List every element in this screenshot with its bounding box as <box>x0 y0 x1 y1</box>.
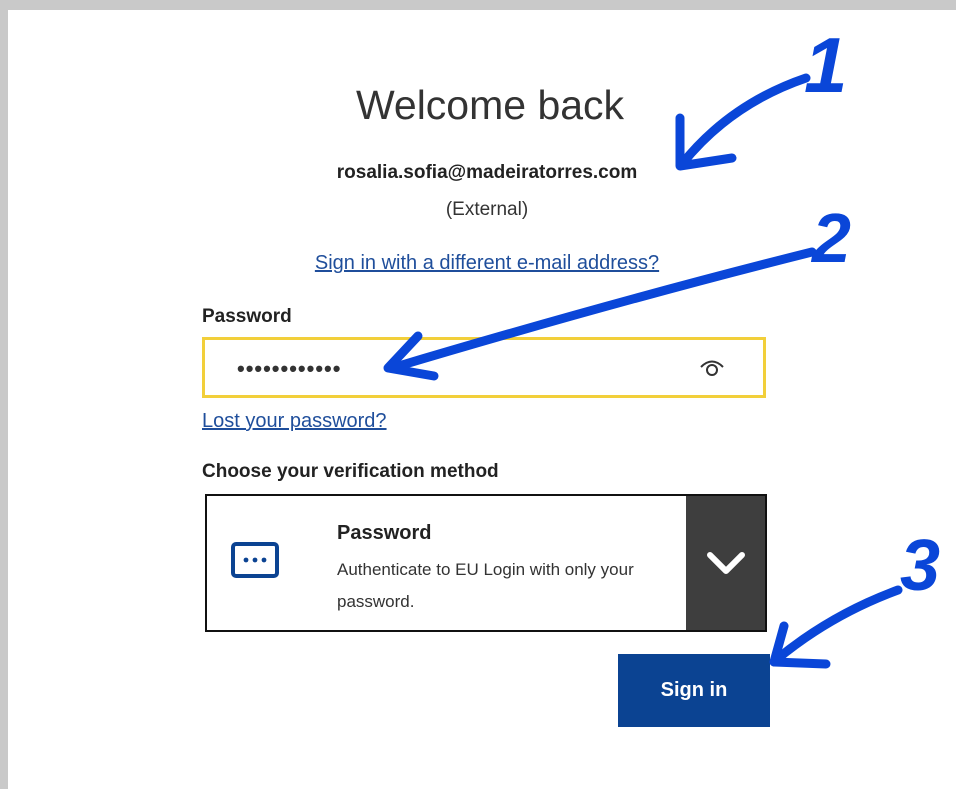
chevron-down-icon <box>707 552 745 574</box>
different-email-link[interactable]: Sign in with a different e-mail address? <box>0 252 956 275</box>
verification-method-label: Choose your verification method <box>202 461 499 482</box>
password-label: Password <box>202 306 292 327</box>
lost-password-link[interactable]: Lost your password? <box>202 410 387 433</box>
account-type: (External) <box>445 199 529 220</box>
verification-method-select[interactable]: Password Authenticate to EU Login with o… <box>205 494 767 632</box>
password-input[interactable]: •••••••••••• <box>202 337 766 398</box>
method-dropdown-toggle[interactable] <box>686 496 765 630</box>
password-dots-icon <box>231 542 279 578</box>
password-masked-value: •••••••••••• <box>237 356 342 381</box>
method-title: Password <box>337 522 432 544</box>
page-title: Welcome back <box>355 82 625 128</box>
show-password-eye-icon[interactable] <box>699 358 725 378</box>
method-description: Authenticate to EU Login with only your … <box>337 560 634 611</box>
user-email: rosalia.sofia@madeiratorres.com <box>336 162 638 183</box>
sign-in-button[interactable]: Sign in <box>618 654 770 727</box>
